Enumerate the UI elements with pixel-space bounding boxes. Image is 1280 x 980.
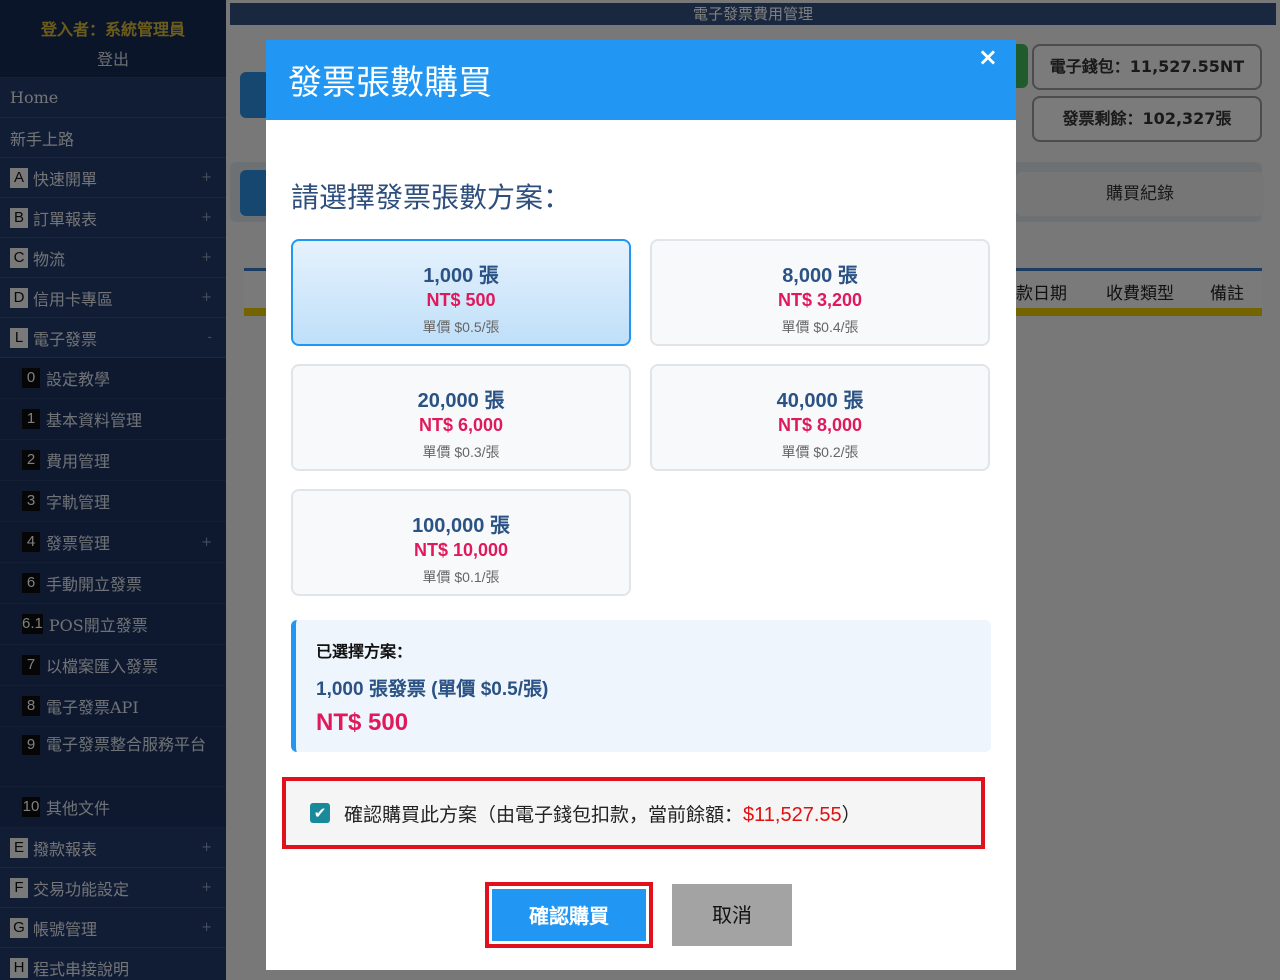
confirm-label[interactable]: 確認購買此方案（由電子錢包扣款，當前餘額：$11,527.55） — [344, 800, 861, 827]
plan-option-100000[interactable]: 100,000 張 NT$ 10,000 單價 $0.1/張 — [291, 489, 631, 596]
plan-price: NT$ 8,000 — [777, 415, 863, 435]
confirm-text: 確認購買此方案（由電子錢包扣款，當前餘額： — [344, 803, 744, 826]
plan-quantity: 1,000 張 — [423, 265, 499, 287]
plan-unit-price: 單價 $0.4/張 — [781, 319, 859, 335]
plan-quantity: 8,000 張 — [782, 265, 858, 287]
plan-price: NT$ 10,000 — [413, 540, 509, 560]
plan-quantity: 20,000 張 — [417, 390, 505, 412]
summary-label: 已選擇方案： — [316, 642, 413, 661]
plan-option-8000[interactable]: 8,000 張 NT$ 3,200 單價 $0.4/張 — [650, 239, 990, 346]
purchase-modal: 發票張數購買 × 請選擇發票張數方案： 1,000 張 NT$ 500 單價 $… — [266, 40, 1016, 970]
summary-description: 1,000 張發票 (單價 $0.5/張) — [316, 679, 549, 700]
modal-header: 發票張數購買 × — [266, 40, 1016, 120]
confirm-purchase-label: 確認購買 — [492, 889, 646, 941]
plan-option-1000[interactable]: 1,000 張 NT$ 500 單價 $0.5/張 — [291, 239, 631, 346]
plan-unit-price: 單價 $0.5/張 — [422, 319, 500, 335]
plan-unit-price: 單價 $0.2/張 — [781, 444, 859, 460]
check-icon: ✔ — [313, 804, 327, 822]
selected-plan-summary: 已選擇方案： 1,000 張發票 (單價 $0.5/張) NT$ 500 — [291, 620, 991, 752]
plan-price: NT$ 500 — [426, 290, 496, 310]
close-icon[interactable]: × — [978, 42, 998, 72]
confirm-checkbox[interactable]: ✔ — [310, 803, 330, 823]
plan-quantity: 100,000 張 — [412, 515, 510, 537]
plan-price: NT$ 6,000 — [418, 415, 504, 435]
plan-option-20000[interactable]: 20,000 張 NT$ 6,000 單價 $0.3/張 — [291, 364, 631, 471]
plan-unit-price: 單價 $0.3/張 — [422, 444, 500, 460]
summary-amount: NT$ 500 — [316, 709, 409, 736]
confirm-purchase-button[interactable]: 確認購買 — [485, 882, 653, 948]
current-balance: $11,527.55 — [743, 803, 842, 826]
confirm-suffix: ） — [841, 803, 861, 826]
plan-prompt: 請選擇發票張數方案： — [291, 181, 572, 214]
plan-price: NT$ 3,200 — [777, 290, 863, 310]
cancel-button[interactable]: 取消 — [672, 884, 792, 946]
plan-quantity: 40,000 張 — [776, 390, 864, 412]
plan-unit-price: 單價 $0.1/張 — [422, 569, 500, 585]
confirm-purchase-row: ✔ 確認購買此方案（由電子錢包扣款，當前餘額：$11,527.55） — [282, 777, 985, 849]
plan-option-40000[interactable]: 40,000 張 NT$ 8,000 單價 $0.2/張 — [650, 364, 990, 471]
modal-title: 發票張數購買 — [288, 63, 492, 103]
